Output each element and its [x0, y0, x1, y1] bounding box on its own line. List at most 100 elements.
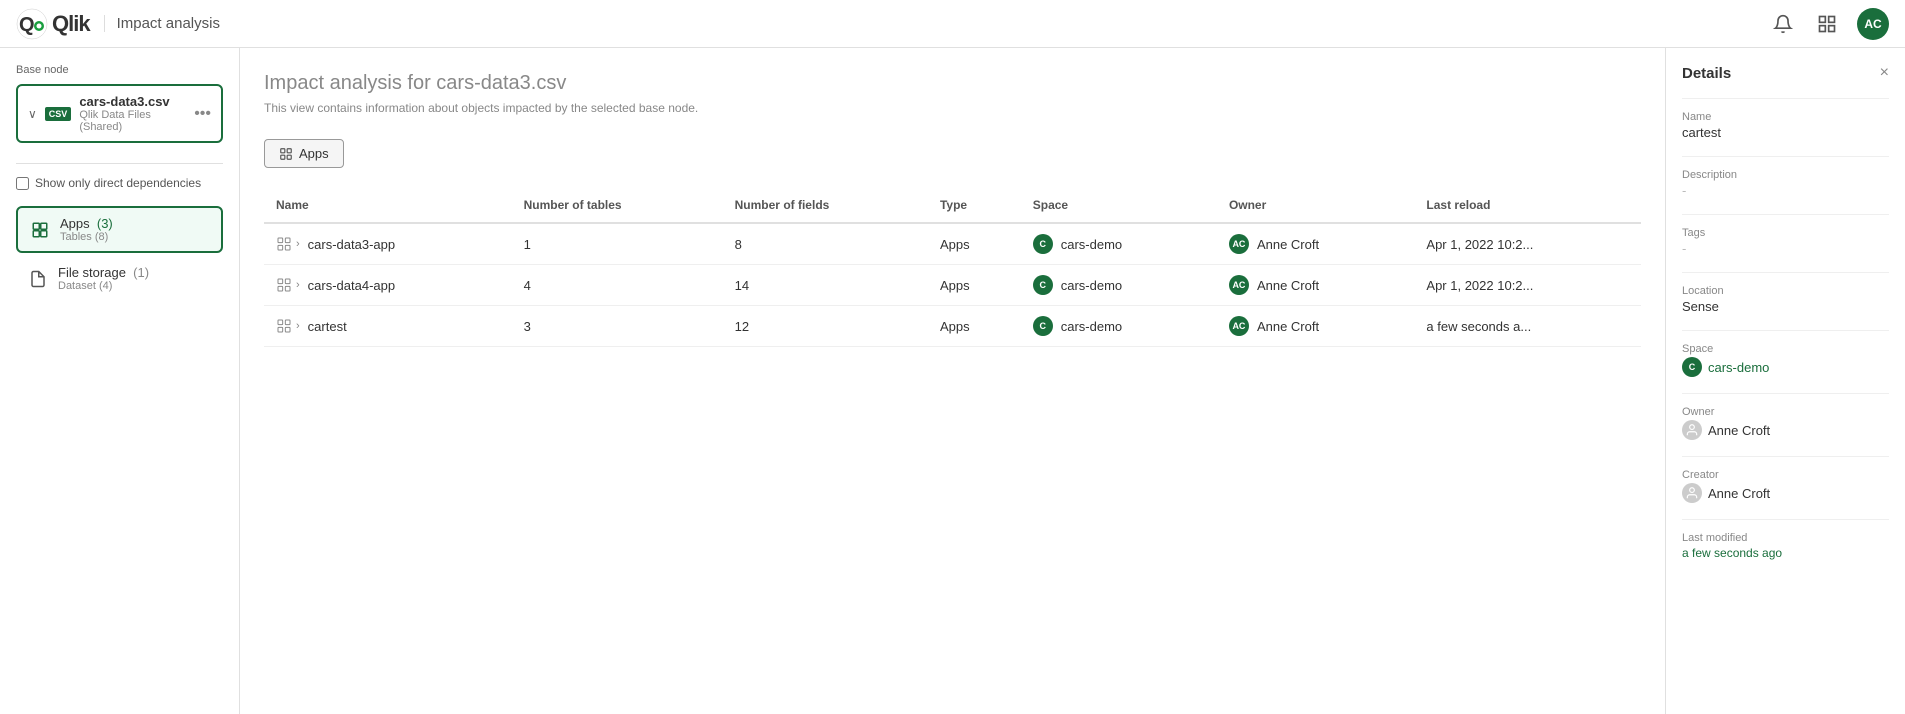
col-num-fields: Number of fields: [723, 188, 928, 223]
detail-divider-3: [1682, 214, 1889, 215]
direct-dependencies-checkbox[interactable]: [16, 177, 29, 190]
row3-expand-icon[interactable]: ›: [296, 320, 300, 332]
tags-value: -: [1682, 241, 1889, 256]
space-icon: C: [1682, 357, 1702, 377]
row1-space-text: cars-demo: [1061, 237, 1122, 252]
detail-last-modified-section: Last modified a few seconds ago: [1682, 532, 1889, 560]
row2-space-text: cars-demo: [1061, 278, 1122, 293]
space-name[interactable]: cars-demo: [1708, 360, 1769, 375]
table-row: › cars-data3-app 1 8 Apps C cars-demo: [264, 223, 1641, 265]
page-title: Impact analysis: [104, 15, 220, 32]
grid-icon[interactable]: [1813, 10, 1841, 38]
table-row: › cartest 3 12 Apps C cars-demo: [264, 306, 1641, 347]
owner-avatar-icon: [1682, 420, 1702, 440]
row3-space-icon: C: [1033, 316, 1053, 336]
space-label: Space: [1682, 343, 1889, 355]
row3-name: › cartest: [264, 306, 512, 347]
details-panel: Details × Name cartest Description - Tag…: [1665, 48, 1905, 714]
row3-space: C cars-demo: [1021, 306, 1217, 347]
row1-owner-text: Anne Croft: [1257, 237, 1319, 252]
detail-divider-6: [1682, 393, 1889, 394]
detail-divider-7: [1682, 456, 1889, 457]
row1-owner-icon: AC: [1229, 234, 1249, 254]
row1-owner: AC Anne Croft: [1217, 223, 1414, 265]
space-value-row: C cars-demo: [1682, 357, 1889, 377]
row3-owner: AC Anne Croft: [1217, 306, 1414, 347]
base-node-info: cars-data3.csv Qlik Data Files (Shared): [79, 94, 186, 133]
row1-type: Apps: [928, 223, 1021, 265]
detail-location-section: Location Sense: [1682, 285, 1889, 314]
user-avatar[interactable]: AC: [1857, 8, 1889, 40]
svg-text:Q: Q: [19, 14, 35, 36]
tags-label: Tags: [1682, 227, 1889, 239]
apps-tree-text: Apps (3) Tables (8): [60, 216, 211, 243]
content-title: Impact analysis for cars-data3.csv: [264, 72, 1641, 95]
table-row: › cars-data4-app 4 14 Apps C cars-demo: [264, 265, 1641, 306]
apps-button-label: Apps: [299, 146, 329, 161]
close-details-button[interactable]: ×: [1880, 64, 1889, 82]
impact-table: Name Number of tables Number of fields T…: [264, 188, 1641, 347]
row1-name: › cars-data3-app: [264, 223, 512, 265]
col-owner: Owner: [1217, 188, 1414, 223]
detail-owner-section: Owner Anne Croft: [1682, 406, 1889, 440]
row3-last-reload: a few seconds a...: [1414, 306, 1641, 347]
file-storage-tree-icon: [26, 267, 50, 291]
base-node-card: ∨ CSV cars-data3.csv Qlik Data Files (Sh…: [16, 84, 223, 143]
creator-name: Anne Croft: [1708, 486, 1770, 501]
tree-item-apps[interactable]: Apps (3) Tables (8): [16, 206, 223, 253]
tree-item-file-storage[interactable]: File storage (1) Dataset (4): [16, 257, 223, 300]
row2-name-text: cars-data4-app: [308, 278, 395, 293]
row3-type: Apps: [928, 306, 1021, 347]
direct-dependencies-label: Show only direct dependencies: [35, 176, 201, 190]
col-type: Type: [928, 188, 1021, 223]
row2-owner-icon: AC: [1229, 275, 1249, 295]
expand-chevron[interactable]: ∨: [28, 107, 37, 121]
owner-name: Anne Croft: [1708, 423, 1770, 438]
base-node-label: Base node: [16, 64, 223, 76]
base-node-name: cars-data3.csv: [79, 94, 186, 109]
name-label: Name: [1682, 111, 1889, 123]
detail-name-section: Name cartest: [1682, 111, 1889, 140]
owner-value-row: Anne Croft: [1682, 420, 1889, 440]
more-options-icon[interactable]: •••: [194, 105, 211, 123]
apps-tree-name: Apps (3): [60, 216, 211, 231]
row2-name: › cars-data4-app: [264, 265, 512, 306]
detail-divider-5: [1682, 330, 1889, 331]
table-body: › cars-data3-app 1 8 Apps C cars-demo: [264, 223, 1641, 347]
qlik-logo: Q Qlik: [16, 8, 90, 40]
base-node-sub: Qlik Data Files (Shared): [79, 109, 186, 133]
detail-tags-section: Tags -: [1682, 227, 1889, 256]
direct-dependencies-row: Show only direct dependencies: [16, 176, 223, 190]
apps-filter-button[interactable]: Apps: [264, 139, 344, 168]
row2-type: Apps: [928, 265, 1021, 306]
col-space: Space: [1021, 188, 1217, 223]
row3-name-text: cartest: [308, 319, 347, 334]
col-last-reload: Last reload: [1414, 188, 1641, 223]
row2-last-reload: Apr 1, 2022 10:2...: [1414, 265, 1641, 306]
row3-num-fields: 12: [723, 306, 928, 347]
owner-label: Owner: [1682, 406, 1889, 418]
row3-owner-icon: AC: [1229, 316, 1249, 336]
row1-expand-icon[interactable]: ›: [296, 238, 300, 250]
qlik-wordmark: Qlik: [52, 11, 90, 37]
file-storage-tree-name: File storage (1): [58, 265, 213, 280]
content-subtitle: This view contains information about obj…: [264, 101, 1641, 115]
detail-divider-2: [1682, 156, 1889, 157]
row1-space: C cars-demo: [1021, 223, 1217, 265]
apps-tree-sub: Tables (8): [60, 231, 211, 243]
location-value: Sense: [1682, 299, 1889, 314]
last-modified-value: a few seconds ago: [1682, 546, 1889, 560]
header: Q Qlik Impact analysis AC: [0, 0, 1905, 48]
row2-expand-icon[interactable]: ›: [296, 279, 300, 291]
apps-tree-icon: [28, 218, 52, 242]
header-right: AC: [1769, 8, 1889, 40]
row2-num-tables: 4: [512, 265, 723, 306]
notifications-icon[interactable]: [1769, 10, 1797, 38]
table-header: Name Number of tables Number of fields T…: [264, 188, 1641, 223]
detail-divider-8: [1682, 519, 1889, 520]
location-label: Location: [1682, 285, 1889, 297]
main-layout: Base node ∨ CSV cars-data3.csv Qlik Data…: [0, 48, 1905, 714]
row3-num-tables: 3: [512, 306, 723, 347]
name-value: cartest: [1682, 125, 1889, 140]
row2-owner: AC Anne Croft: [1217, 265, 1414, 306]
